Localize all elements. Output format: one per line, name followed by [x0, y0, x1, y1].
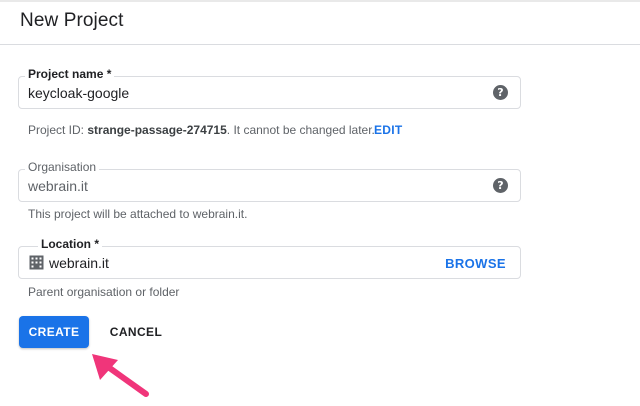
page-header: New Project [0, 2, 640, 45]
location-hint: Parent organisation or folder [28, 285, 180, 299]
project-id-suffix: . It cannot be changed later. [226, 123, 375, 137]
help-icon[interactable]: ? [493, 178, 508, 193]
help-icon[interactable]: ? [493, 85, 508, 100]
organisation-label: Organisation [25, 160, 100, 174]
location-label: Location * [38, 237, 103, 251]
organisation-field[interactable]: Organisation webrain.it ? [18, 160, 521, 202]
create-button[interactable]: CREATE [19, 316, 89, 348]
annotation-arrow-icon [92, 354, 149, 397]
building-icon [29, 255, 44, 270]
location-value: webrain.it [49, 255, 109, 271]
project-name-field[interactable]: Project name * keycloak-google ? [18, 67, 521, 109]
project-id-value: strange-passage-274715 [87, 123, 227, 137]
cancel-button[interactable]: CANCEL [100, 316, 172, 348]
project-id-prefix: Project ID: [28, 123, 88, 137]
project-name-label: Project name * [25, 67, 115, 81]
edit-project-id-link[interactable]: EDIT [374, 123, 403, 137]
browse-button[interactable]: BROWSE [445, 256, 506, 271]
location-field[interactable]: Location * webrain.it BROWSE [18, 237, 521, 279]
page-title: New Project [20, 10, 124, 31]
project-name-value[interactable]: keycloak-google [28, 85, 129, 101]
organisation-value: webrain.it [28, 178, 88, 194]
project-id-hint: Project ID: strange-passage-274715. It c… [28, 123, 375, 137]
organisation-hint: This project will be attached to webrain… [28, 207, 248, 221]
